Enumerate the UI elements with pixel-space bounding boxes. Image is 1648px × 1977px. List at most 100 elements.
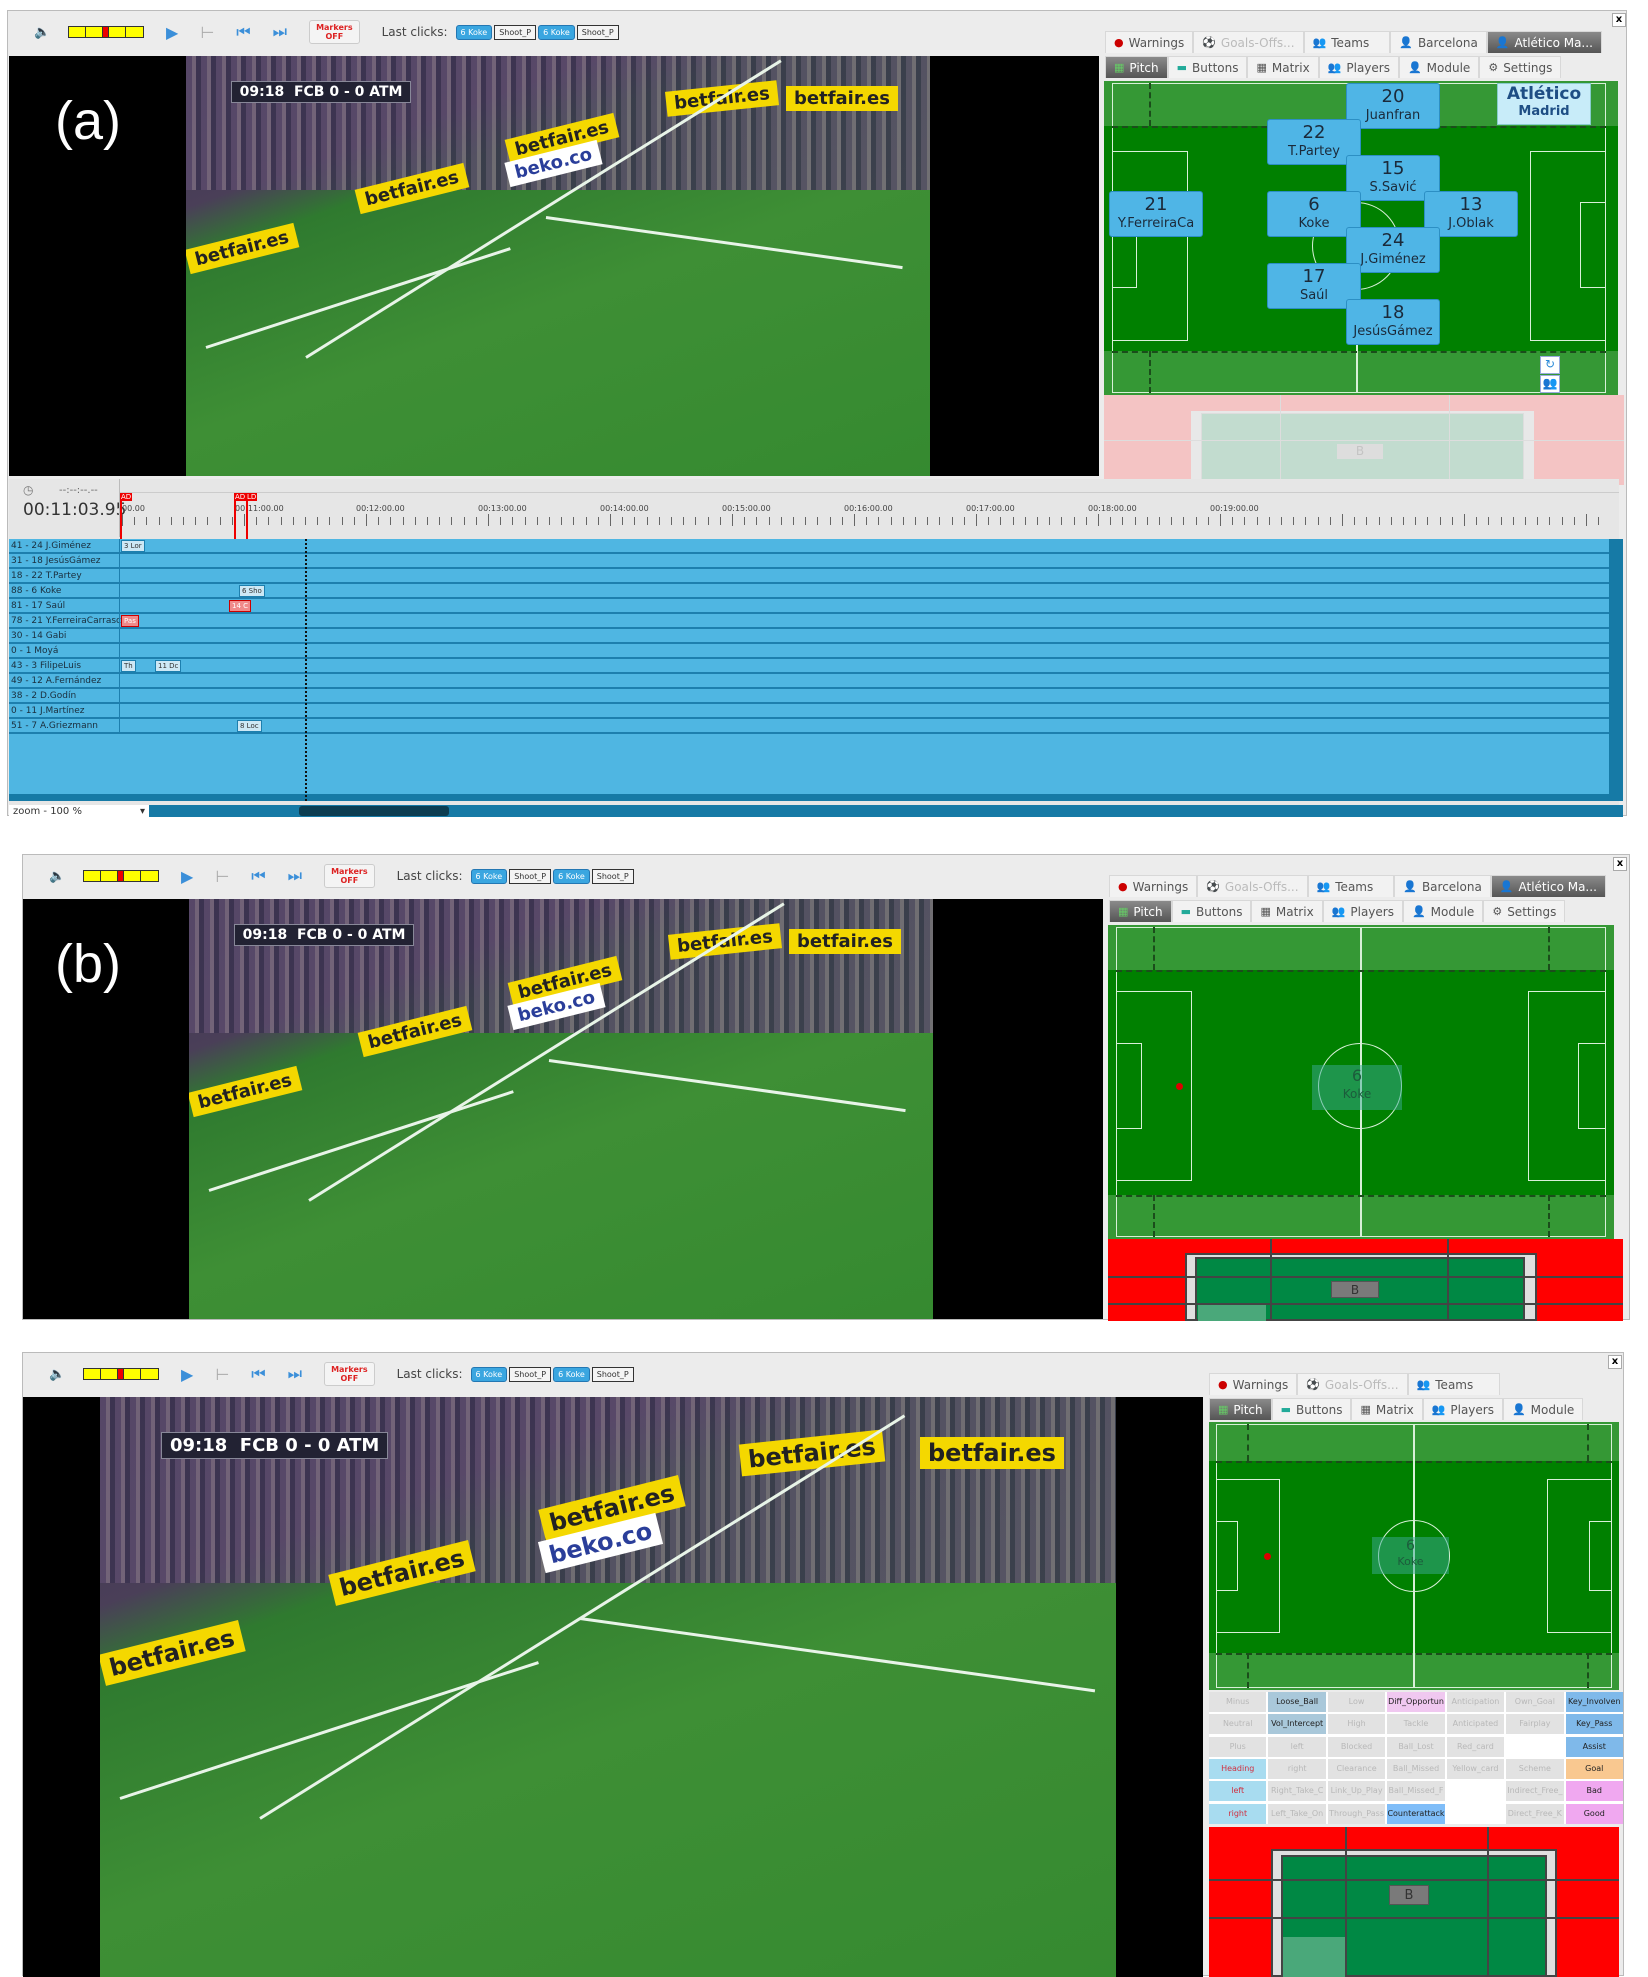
tab-goals-offsides[interactable]: ⚽ Goals-Offs...	[1197, 875, 1308, 897]
slow-motion-icon[interactable]: ⊢	[215, 867, 229, 886]
tab-atletico[interactable]: 👤 Atlético Ma...	[1486, 31, 1602, 53]
tab-settings[interactable]: ⚙ Settings	[1483, 900, 1566, 922]
timeline-row[interactable]: 30 - 14 Gabi	[9, 629, 1609, 644]
event-button[interactable]: Low	[1327, 1692, 1386, 1712]
timeline-event[interactable]: 14 C	[229, 600, 252, 612]
last-click-chip[interactable]: Shoot_P	[509, 1366, 552, 1382]
event-button[interactable]: Ball_Missed	[1387, 1758, 1445, 1779]
event-button[interactable]: right	[1209, 1803, 1267, 1824]
video-player[interactable]: 09:18 FCB 0 - 0 ATM betfair.es betfair.e…	[9, 56, 1099, 476]
slow-motion-icon[interactable]: ⊢	[200, 23, 214, 42]
markers-toggle-button[interactable]: Markers OFF	[309, 20, 360, 44]
selected-player-card[interactable]: 6 Koke	[1312, 1065, 1402, 1110]
event-button[interactable]: Scheme	[1506, 1758, 1564, 1779]
swap-sides-icon[interactable]: ↻	[1540, 356, 1560, 374]
volume-slider[interactable]	[83, 1368, 159, 1380]
event-button[interactable]: right	[1268, 1758, 1326, 1779]
event-button[interactable]: Neutral	[1209, 1714, 1267, 1735]
last-click-chip[interactable]: Shoot_P	[494, 24, 537, 40]
close-button[interactable]: x	[1608, 1355, 1622, 1369]
event-button[interactable]: Assist	[1565, 1736, 1623, 1757]
skip-back-icon[interactable]: ⏮	[236, 22, 250, 42]
event-button[interactable]: Diff_Opportun	[1387, 1692, 1445, 1712]
tab-players[interactable]: 👥 Players	[1422, 1398, 1503, 1420]
event-button[interactable]: Tackle	[1387, 1714, 1445, 1735]
event-button[interactable]: Through_Pass	[1327, 1803, 1386, 1824]
last-click-chip[interactable]: 6 Koke	[470, 1366, 508, 1382]
skip-back-icon[interactable]: ⏮	[251, 1364, 265, 1384]
close-button[interactable]: x	[1613, 857, 1627, 871]
event-button[interactable]: High	[1327, 1714, 1386, 1735]
timeline-marker[interactable]: AD	[234, 493, 247, 541]
event-button[interactable]: Heading	[1209, 1758, 1267, 1779]
last-click-chip[interactable]: 6 Koke	[553, 1366, 590, 1382]
timeline-event[interactable]: 3 Lor	[121, 540, 145, 552]
event-button[interactable]: Indirect_Free_	[1506, 1781, 1564, 1802]
timeline-event[interactable]: 8 Loc	[237, 720, 262, 732]
event-button[interactable]: Vol_Intercept	[1268, 1714, 1326, 1735]
timeline-row[interactable]: 0 - 11 J.Martínez	[9, 704, 1609, 719]
tab-teams[interactable]: 👥 Teams	[1407, 1373, 1501, 1395]
playhead[interactable]	[305, 539, 307, 801]
event-button[interactable]: Goal	[1565, 1758, 1623, 1779]
last-click-chip[interactable]: Shoot_P	[576, 24, 619, 40]
tab-atletico[interactable]: 👤 Atlético Ma...	[1490, 875, 1606, 897]
video-player[interactable]: 09:18 FCB 0 - 0 ATM betfair.es betfair.e…	[23, 899, 1103, 1319]
timeline-row[interactable]: 78 - 21 Y.FerreiraCarrasco Pas	[9, 614, 1609, 629]
timeline-event[interactable]: Th	[121, 660, 136, 672]
zoom-select[interactable]: zoom - 100 % ▾	[9, 805, 149, 819]
timeline-row[interactable]: 49 - 12 A.Fernández	[9, 674, 1609, 689]
event-button[interactable]: Minus	[1209, 1692, 1267, 1712]
tab-teams[interactable]: 👥 Teams	[1303, 31, 1391, 53]
tab-warnings[interactable]: ● Warnings	[1109, 875, 1198, 897]
last-click-chip[interactable]: 6 Koke	[455, 24, 493, 40]
timeline-row[interactable]: 43 - 3 FilipeLuis Th 11 Dc	[9, 659, 1609, 674]
tab-pitch[interactable]: ▦ Pitch	[1109, 900, 1172, 922]
play-icon[interactable]: ▶	[181, 1365, 193, 1384]
last-click-chip[interactable]: 6 Koke	[538, 24, 575, 40]
last-click-chip[interactable]: 6 Koke	[553, 868, 590, 884]
event-button[interactable]: Right_Take_C	[1268, 1781, 1326, 1802]
tab-barcelona[interactable]: 👤 Barcelona	[1394, 875, 1491, 897]
event-button[interactable]: left	[1268, 1736, 1326, 1757]
play-icon[interactable]: ▶	[166, 23, 178, 42]
timeline-row[interactable]: 18 - 22 T.Partey	[9, 569, 1609, 584]
event-button[interactable]: Loose_Ball	[1268, 1692, 1326, 1712]
goal-target[interactable]: B	[1108, 1239, 1623, 1321]
tab-goals-offsides[interactable]: ⚽ Goals-Offs...	[1297, 1373, 1408, 1395]
timeline-row[interactable]: 41 - 24 J.Giménez 3 Lor	[9, 539, 1609, 554]
tab-module[interactable]: 👤 Module	[1502, 1398, 1584, 1420]
tab-players[interactable]: 👥 Players	[1318, 56, 1399, 78]
tab-buttons[interactable]: ▬ Buttons	[1167, 56, 1248, 78]
timeline-event[interactable]: 6 Sho	[239, 585, 265, 597]
event-button[interactable]: Link_Up_Play	[1327, 1781, 1386, 1802]
substitution-icon[interactable]: 👥	[1540, 375, 1560, 393]
volume-slider[interactable]	[83, 870, 159, 882]
tab-warnings[interactable]: ● Warnings	[1105, 31, 1194, 53]
event-button[interactable]: Fairplay	[1506, 1714, 1564, 1735]
goal-target[interactable]: B	[1104, 395, 1624, 485]
timeline-row[interactable]: 0 - 1 Moyá	[9, 644, 1609, 659]
event-button[interactable]: Bad	[1565, 1781, 1623, 1802]
event-button[interactable]: Yellow_card	[1446, 1758, 1505, 1779]
last-click-chip[interactable]: Shoot_P	[591, 868, 634, 884]
tab-buttons[interactable]: ▬ Buttons	[1171, 900, 1252, 922]
event-button[interactable]: Direct_Free_K	[1506, 1803, 1564, 1824]
speaker-icon[interactable]: 🔈	[34, 25, 50, 40]
event-button[interactable]: Key_Involven	[1565, 1692, 1623, 1712]
timeline-row[interactable]: 81 - 17 Saúl 14 C	[9, 599, 1609, 614]
tab-matrix[interactable]: ▦ Matrix	[1251, 900, 1323, 922]
last-click-chip[interactable]: 6 Koke	[470, 868, 508, 884]
markers-toggle-button[interactable]: Markers OFF	[324, 864, 375, 888]
event-button[interactable]: Ball_Lost	[1387, 1736, 1445, 1757]
event-button[interactable]: Good	[1565, 1803, 1623, 1824]
tab-module[interactable]: 👤 Module	[1402, 900, 1484, 922]
event-button[interactable]: Blocked	[1327, 1736, 1386, 1757]
pitch-view[interactable]: 6 Koke	[1108, 925, 1614, 1239]
tab-matrix[interactable]: ▦ Matrix	[1351, 1398, 1423, 1420]
volume-slider[interactable]	[68, 26, 144, 38]
goal-target[interactable]: B	[1209, 1827, 1619, 1977]
ball-marker[interactable]	[1264, 1553, 1271, 1560]
team-card[interactable]: Atlético Madrid	[1497, 83, 1591, 125]
tab-settings[interactable]: ⚙ Settings	[1479, 56, 1562, 78]
